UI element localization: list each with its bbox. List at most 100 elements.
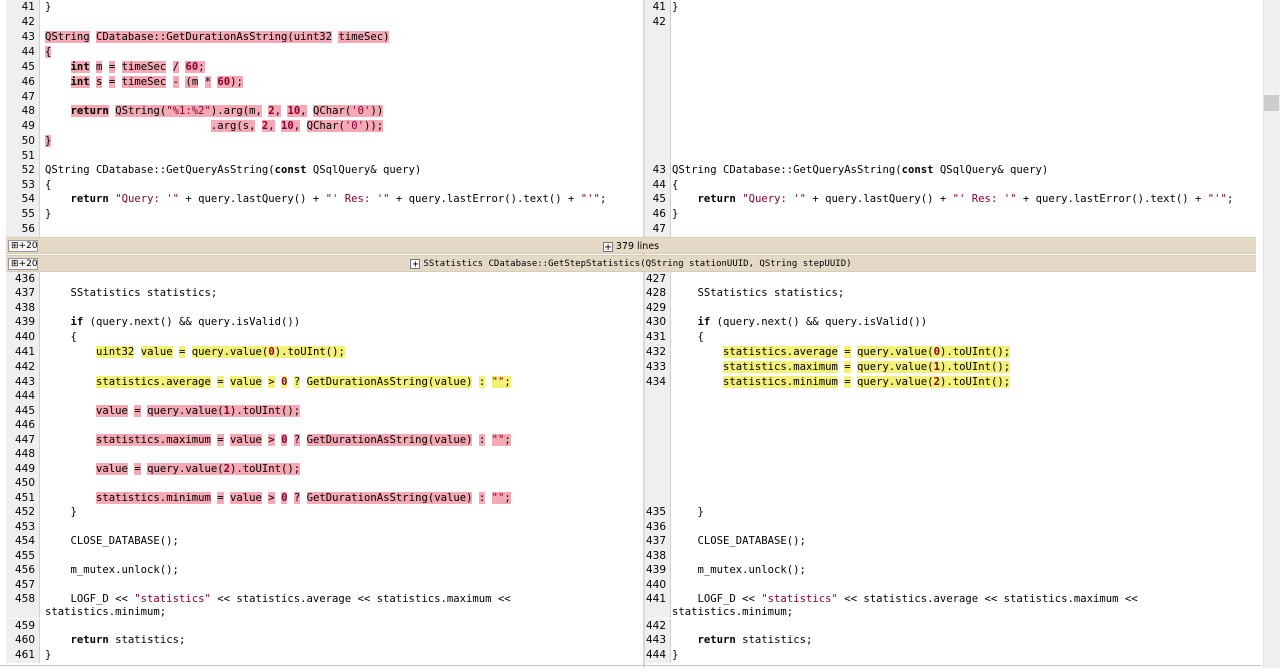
function-signature-label[interactable]: + SStatistics CDatabase::GetStepStatistic… <box>6 256 1256 273</box>
code-line: 55} <box>6 207 643 222</box>
code-text: statistics.maximum = query.value(1).toUI… <box>723 361 1011 373</box>
line-number: 457 <box>6 578 40 593</box>
code-line: 47 <box>6 90 643 105</box>
left-diff-pane[interactable]: 41} 42 43 QString CDatabase::GetDurationA… <box>6 0 643 668</box>
code-line: 436 <box>645 520 1256 535</box>
code-line-changed: 443 statistics.average = value > 0 ? Get… <box>6 375 643 390</box>
line-number: 43 <box>6 30 40 45</box>
line-number: 435 <box>645 505 671 520</box>
code-line-deleted: 447 statistics.maximum = value > 0 ? Get… <box>6 433 643 448</box>
line-number: 47 <box>6 90 40 105</box>
code-text: return statistics; <box>697 634 813 646</box>
line-number: 440 <box>6 330 40 345</box>
code-text: } <box>45 649 52 661</box>
code-text: m_mutex.unlock(); <box>672 564 806 576</box>
code-line: 455 <box>6 549 643 564</box>
line-number: 48 <box>6 104 40 119</box>
code-line: 460 return statistics; <box>6 633 643 648</box>
code-text: SStatistics statistics; <box>45 287 218 299</box>
code-line: 428 SStatistics statistics; <box>645 286 1256 301</box>
wrapped-text: statistics.minimum; <box>672 606 794 618</box>
code-text: value = query.value(2).toUInt(); <box>96 463 301 475</box>
line-number: 42 <box>6 15 40 30</box>
code-line: 452 } <box>6 505 643 520</box>
code-text: SStatistics statistics; <box>672 287 845 299</box>
line-number: 46 <box>6 75 40 90</box>
code-text: { <box>672 331 704 343</box>
function-context-bar[interactable]: ⊞+20 + SStatistics CDatabase::GetStepStat… <box>6 255 1256 272</box>
code-line: 52 QString CDatabase::GetQueryAsString(co… <box>6 163 643 178</box>
code-line: 448 <box>6 447 643 462</box>
right-diff-pane[interactable]: 41} 42 43 QString CDatabase::GetQueryAsSt… <box>645 0 1256 668</box>
code-text: { <box>672 179 679 191</box>
line-number: 42 <box>645 15 671 30</box>
line-number: 439 <box>645 563 671 578</box>
line-number: 441 <box>6 345 40 360</box>
code-text: int m = timeSec / 60; <box>70 61 205 73</box>
plus-icon[interactable]: + <box>602 241 613 252</box>
line-number: 456 <box>6 563 40 578</box>
code-line: 444 <box>6 389 643 404</box>
code-line: 47 <box>645 222 1256 237</box>
code-text: return "Query: '" + query.lastQuery() + … <box>697 193 1234 205</box>
scrollbar-thumb[interactable] <box>1264 95 1279 111</box>
code-line-deleted: 49 .arg(s, 2, 10, QChar('0')); <box>6 119 643 134</box>
code-line: 453 <box>6 520 643 535</box>
line-number: 431 <box>645 330 671 345</box>
code-line: 444} <box>645 648 1256 663</box>
code-line-deleted: 46 int s = timeSec - (m * 60); <box>6 75 643 90</box>
line-number: 455 <box>6 549 40 564</box>
line-number: 444 <box>6 389 40 404</box>
collapsed-lines-bar[interactable]: ⊞+20 +379 lines <box>6 237 1256 254</box>
code-line-deleted: 45 int m = timeSec / 60; <box>6 60 643 75</box>
code-text: CLOSE_DATABASE(); <box>672 535 806 547</box>
line-number: 436 <box>645 520 671 535</box>
code-line: 456 m_mutex.unlock(); <box>6 563 643 578</box>
line-number: 444 <box>645 648 671 663</box>
code-line: 46} <box>645 207 1256 222</box>
code-line: 442 <box>6 360 643 375</box>
line-number: 41 <box>6 0 40 15</box>
code-line-wrapped: 458 LOGF_D << "statistics" << statistics… <box>6 592 643 618</box>
line-number: 432 <box>645 345 671 360</box>
line-number: 427 <box>645 272 671 287</box>
line-number: 443 <box>6 375 40 390</box>
line-number: 54 <box>6 192 40 207</box>
line-number: 52 <box>6 163 40 178</box>
code-line: 431 { <box>645 330 1256 345</box>
code-line: 43 QString CDatabase::GetQueryAsString(co… <box>645 163 1256 178</box>
line-number: 55 <box>6 207 40 222</box>
code-line: 438 <box>6 301 643 316</box>
line-number: 437 <box>645 534 671 549</box>
code-line: 430 if (query.next() && query.isValid()) <box>645 315 1256 330</box>
code-line: 439 m_mutex.unlock(); <box>645 563 1256 578</box>
code-text: } <box>45 135 52 147</box>
code-line: 461} <box>6 648 643 663</box>
code-line: 438 <box>645 549 1256 564</box>
code-line-changed: 432 statistics.average = query.value(0).… <box>645 345 1256 360</box>
line-number: 454 <box>6 534 40 549</box>
line-number: 44 <box>6 45 40 60</box>
code-line-deleted: 44 { <box>6 45 643 60</box>
code-line: 459 <box>6 619 643 634</box>
line-number-gap <box>645 30 671 163</box>
code-line-deleted: 445 value = query.value(1).toUInt(); <box>6 404 643 419</box>
code-text: CLOSE_DATABASE(); <box>45 535 179 547</box>
line-number: 451 <box>6 491 40 506</box>
code-line: 446 <box>6 418 643 433</box>
line-number: 461 <box>6 648 40 663</box>
collapsed-lines-label[interactable]: +379 lines <box>6 238 1256 255</box>
code-line-deleted: 451 statistics.minimum = value > 0 ? Get… <box>6 491 643 506</box>
code-line: 429 <box>645 301 1256 316</box>
gap-placeholder <box>645 30 1256 163</box>
line-number: 440 <box>645 578 671 593</box>
line-number: 429 <box>645 301 671 316</box>
line-number: 452 <box>6 505 40 520</box>
code-line-deleted: 43 QString CDatabase::GetDurationAsString… <box>6 30 643 45</box>
code-text: QString CDatabase::GetDurationAsString(u… <box>45 31 390 43</box>
plus-icon[interactable]: + <box>410 258 421 269</box>
line-number: 45 <box>645 192 671 207</box>
code-line: 457 <box>6 578 643 593</box>
code-line-changed: 433 statistics.maximum = query.value(1).… <box>645 360 1256 375</box>
code-line: 437 CLOSE_DATABASE(); <box>645 534 1256 549</box>
